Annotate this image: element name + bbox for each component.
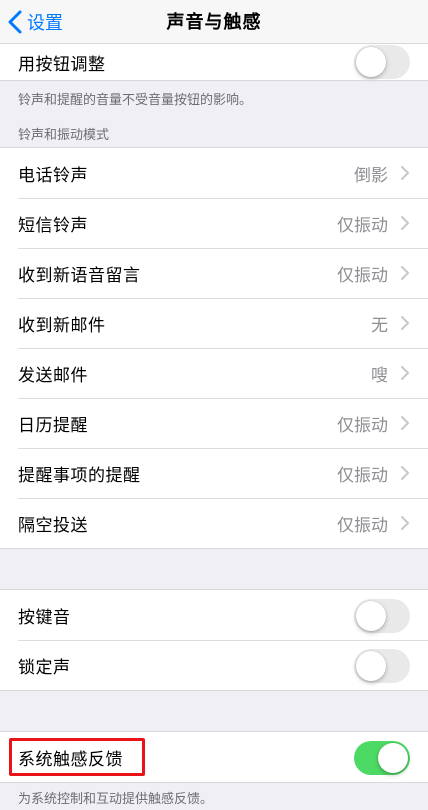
chevron-right-icon [401,216,409,230]
ringtone-row-value: 嗖 [371,365,388,386]
ringtone-row-label: 日历提醒 [18,415,88,436]
sound-toggle[interactable] [354,649,410,683]
ringtone-row[interactable]: 收到新语音留言 仅振动 [0,248,428,298]
ringtone-row-label: 收到新语音留言 [18,265,141,286]
chevron-right-icon [401,466,409,480]
volume-buttons-footer: 铃声和提醒的音量不受音量按钮的影响。 [18,93,253,108]
ringtone-list: 电话铃声 倒影 短信铃声 仅振动 收到新语音留言 仅振动 收到新邮件无发送邮件嗖日历提醒 仅振… [0,148,428,548]
ringtone-row-value: 仅振动 [337,465,388,486]
divider [0,690,428,691]
volume-buttons-group: 用按钮调整 [0,44,428,80]
ringtone-row[interactable]: 发送邮件 嗖 [0,348,428,398]
sound-row: 按键音 [0,590,428,640]
ringtone-row-value: 仅振动 [337,415,388,436]
chevron-right-icon [401,166,409,180]
ringtone-row-label: 发送邮件 [18,365,88,386]
ringtone-row-value: 仅振动 [337,215,388,236]
sounds-list: 按键音 锁定声 [0,590,428,690]
ringtone-row-label: 电话铃声 [18,165,88,186]
ringtone-row[interactable]: 隔空投送 仅振动 [0,498,428,548]
ringtone-row-value: 仅振动 [337,515,388,536]
ringtone-row[interactable]: 日历提醒 仅振动 [0,398,428,448]
toggle-knob [356,47,386,77]
ringtone-row[interactable]: 电话铃声 倒影 [0,148,428,198]
toggle-knob [356,601,386,631]
sound-row-label: 锁定声 [18,657,71,678]
volume-buttons-toggle[interactable] [354,45,410,79]
ringtone-row-label: 隔空投送 [18,515,88,536]
ringtone-row-label: 提醒事项的提醒 [18,465,141,486]
ringtone-row-value: 无 [371,315,388,336]
divider [0,80,428,81]
ringtone-row-value: 仅振动 [337,265,388,286]
chevron-right-icon [401,416,409,430]
sound-row-label: 按键音 [18,607,71,628]
ringtone-row-value: 倒影 [354,165,388,186]
sound-row: 锁定声 [0,640,428,690]
toggle-knob [356,651,386,681]
highlight-annotation [9,738,145,776]
toggle-knob [378,743,408,773]
navigation-bar: 设置 声音与触感 [0,0,428,44]
volume-buttons-label: 用按钮调整 [18,54,106,75]
chevron-right-icon [401,516,409,530]
divider [0,548,428,549]
chevron-right-icon [401,266,409,280]
sound-toggle[interactable] [354,599,410,633]
system-haptics-toggle[interactable] [354,741,410,775]
ringtone-row[interactable]: 收到新邮件 无 [0,298,428,348]
system-haptics-footer: 为系统控制和互动提供触感反馈。 [18,792,214,807]
chevron-right-icon [401,366,409,380]
ringtone-row-label: 收到新邮件 [18,315,106,336]
volume-buttons-row: 用按钮调整 [0,44,428,80]
page-title: 声音与触感 [166,12,262,33]
ringtone-row[interactable]: 提醒事项的提醒 仅振动 [0,448,428,498]
ringtone-section-header: 铃声和振动模式 [18,128,110,143]
divider [0,782,428,783]
ringtone-row[interactable]: 短信铃声 仅振动 [0,198,428,248]
ringtone-row-label: 短信铃声 [18,215,88,236]
chevron-right-icon [401,316,409,330]
